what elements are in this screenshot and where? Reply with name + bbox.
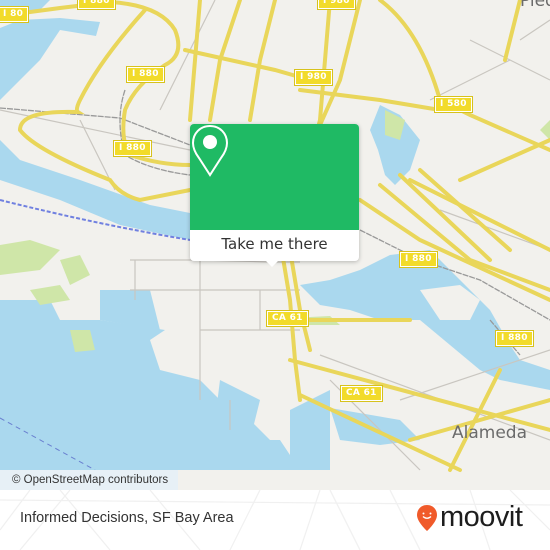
popup-pointer	[264, 259, 280, 267]
highway-shield: I 880	[495, 330, 534, 347]
highway-shield: I 880	[77, 0, 116, 10]
moovit-pin-icon	[417, 504, 437, 531]
moovit-wordmark: moovit	[440, 501, 523, 533]
popup-header	[190, 124, 359, 230]
place-label-alameda: Alameda	[452, 423, 527, 443]
moovit-logo[interactable]: moovit	[416, 501, 523, 533]
map-attribution[interactable]: © OpenStreetMap contributors	[0, 470, 179, 490]
highway-shield: I 980	[317, 0, 356, 10]
highway-shield: I 80	[0, 6, 30, 23]
footer: Informed Decisions, SF Bay Area moovit	[0, 490, 550, 550]
highway-shield: I 580	[434, 96, 473, 113]
highway-shield: I 880	[126, 66, 165, 83]
place-label-piedmont: Pied	[520, 0, 550, 11]
highway-shield: I 880	[113, 140, 152, 157]
highway-shield: CA 61	[266, 310, 309, 327]
map-view[interactable]: I 80 I 880 I 980 I 880 I 880 I 980 I 580…	[0, 0, 550, 490]
highway-shield: I 980	[294, 69, 333, 86]
location-popup: Take me there	[190, 124, 359, 267]
highway-shield: CA 61	[340, 385, 383, 402]
take-me-there-button[interactable]: Take me there	[190, 230, 359, 261]
location-title: Informed Decisions, SF Bay Area	[20, 510, 234, 526]
map-pin-icon	[191, 124, 229, 177]
highway-shield: I 880	[399, 251, 438, 268]
